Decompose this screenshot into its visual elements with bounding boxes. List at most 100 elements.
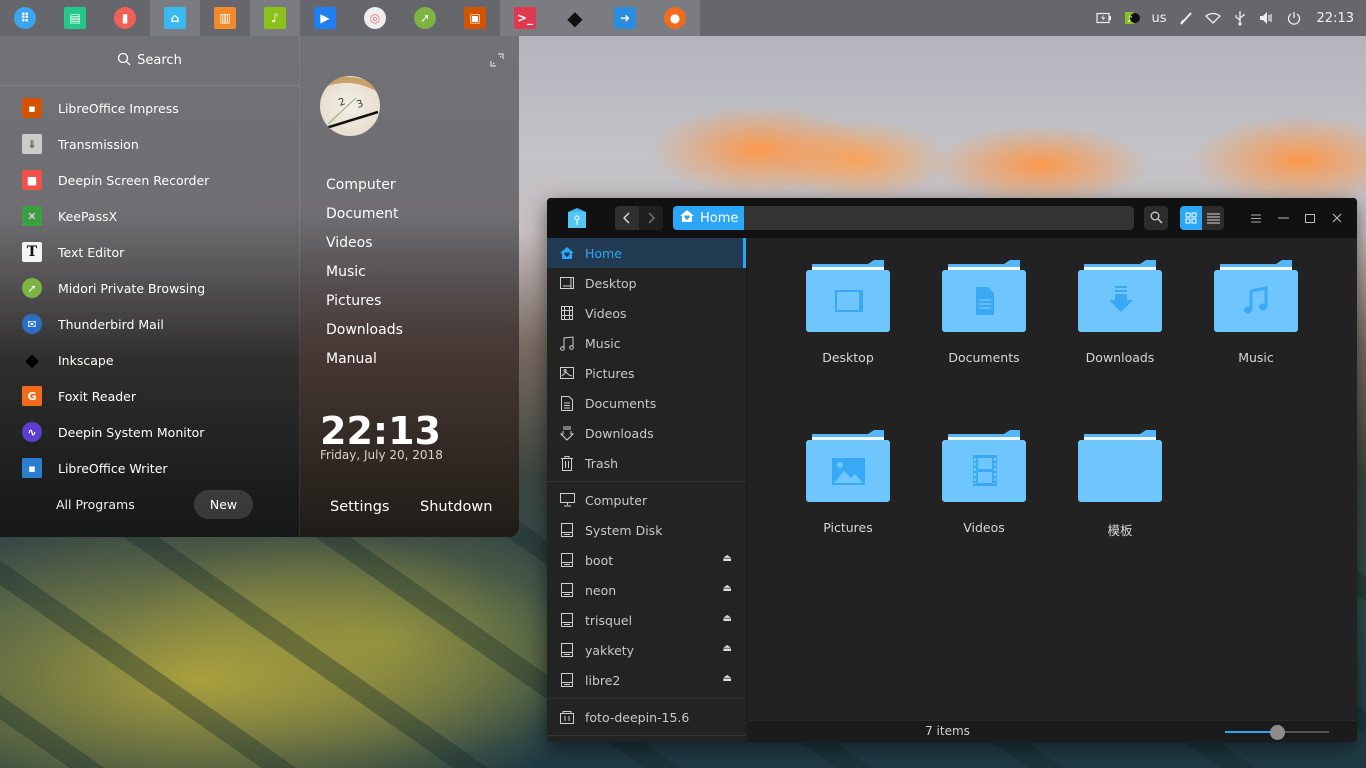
folder-item[interactable]: Music bbox=[1196, 238, 1316, 388]
launcher-place-music[interactable]: Music bbox=[326, 257, 403, 286]
keyboard-layout-indicator[interactable]: us bbox=[1146, 0, 1173, 36]
text-editor-icon: T bbox=[22, 242, 42, 262]
eject-icon[interactable]: ⏏ bbox=[723, 553, 732, 564]
sidebar-item-system-disk[interactable]: System Disk bbox=[547, 515, 746, 545]
dock-app-libreoffice-impress[interactable]: ▣ bbox=[450, 0, 500, 36]
sidebar-item-documents[interactable]: Documents bbox=[547, 388, 746, 418]
volume-icon[interactable] bbox=[1253, 0, 1281, 36]
launcher-app-item[interactable]: T Text Editor bbox=[0, 234, 299, 270]
launcher-date: Friday, July 20, 2018 bbox=[320, 448, 443, 462]
dock-app-file-manager[interactable]: ⌂ bbox=[150, 0, 200, 36]
home-icon bbox=[559, 245, 575, 261]
dock-app-inkscape[interactable]: ◆ bbox=[550, 0, 600, 36]
folder-item[interactable]: Documents bbox=[924, 238, 1044, 388]
launcher-app-item[interactable]: ➚ Midori Private Browsing bbox=[0, 270, 299, 306]
folder-item[interactable]: 模板 bbox=[1060, 408, 1180, 558]
sidebar-item-label: Desktop bbox=[585, 275, 637, 291]
shutdown-button[interactable]: Shutdown bbox=[420, 499, 492, 515]
sidebar-item-desktop[interactable]: Desktop bbox=[547, 268, 746, 298]
launcher-app-item[interactable]: ▪ LibreOffice Impress bbox=[0, 90, 299, 126]
launcher-search-input[interactable]: Search bbox=[0, 36, 299, 86]
battery-charging-icon[interactable] bbox=[1090, 0, 1118, 36]
sidebar-item-pictures[interactable]: Pictures bbox=[547, 358, 746, 388]
folder-item[interactable]: Desktop bbox=[788, 238, 908, 388]
dock-app-video-player[interactable]: ▶ bbox=[300, 0, 350, 36]
sidebar-item-libre2[interactable]: libre2 ⏏ bbox=[547, 665, 746, 695]
svg-text:3: 3 bbox=[355, 98, 365, 111]
launcher-app-item[interactable]: ✉ Thunderbird Mail bbox=[0, 306, 299, 342]
eject-icon[interactable]: ⏏ bbox=[723, 643, 732, 654]
launcher-app-item[interactable]: ⇓ Transmission bbox=[0, 126, 299, 162]
settings-button[interactable]: Settings bbox=[330, 499, 389, 515]
list-view-button[interactable] bbox=[1202, 206, 1224, 230]
eject-icon[interactable]: ⏏ bbox=[723, 583, 732, 594]
all-programs-button[interactable]: All Programs bbox=[56, 497, 135, 512]
music-tray-icon[interactable]: ♪ bbox=[1118, 0, 1146, 36]
dock-app-music[interactable]: ♪ bbox=[250, 0, 300, 36]
folder-item[interactable]: Downloads bbox=[1060, 238, 1180, 388]
dock-app-remote-assist[interactable]: ➜ bbox=[600, 0, 650, 36]
launcher-app-item[interactable]: ■ Deepin Screen Recorder bbox=[0, 162, 299, 198]
launcher-place-document[interactable]: Document bbox=[326, 199, 403, 228]
launcher-place-computer[interactable]: Computer bbox=[326, 170, 403, 199]
icon-view-button[interactable] bbox=[1180, 206, 1202, 230]
address-bar[interactable]: Home bbox=[673, 206, 1134, 230]
usb-icon[interactable] bbox=[1227, 0, 1253, 36]
dock-app-launcher[interactable]: ⠿ bbox=[0, 0, 50, 36]
fullscreen-expand-icon[interactable] bbox=[490, 52, 504, 67]
status-bar: 7 items bbox=[748, 720, 1357, 742]
wifi-icon[interactable] bbox=[1199, 0, 1227, 36]
launcher-app-label: Deepin Screen Recorder bbox=[58, 172, 210, 188]
sidebar-item-neon[interactable]: neon ⏏ bbox=[547, 575, 746, 605]
dock-app-settings[interactable]: ◎ bbox=[350, 0, 400, 36]
user-avatar[interactable]: 2 3 bbox=[320, 76, 380, 136]
sidebar-item-boot[interactable]: boot ⏏ bbox=[547, 545, 746, 575]
close-button[interactable] bbox=[1325, 206, 1349, 230]
launcher-place-videos[interactable]: Videos bbox=[326, 228, 403, 257]
sidebar-item-music[interactable]: Music bbox=[547, 328, 746, 358]
transmission-icon: ⇓ bbox=[22, 134, 42, 154]
forward-button[interactable] bbox=[639, 206, 663, 230]
dock-app-deepin-terminal-green[interactable]: ▤ bbox=[50, 0, 100, 36]
launcher-place-downloads[interactable]: Downloads bbox=[326, 315, 403, 344]
sidebar-item-trash[interactable]: Trash bbox=[547, 448, 746, 478]
minimize-button[interactable] bbox=[1271, 206, 1295, 230]
launcher-app-item[interactable]: G Foxit Reader bbox=[0, 378, 299, 414]
menu-button[interactable] bbox=[1244, 206, 1268, 230]
sidebar-item-foto-deepin-15-6[interactable]: foto-deepin-15.6 bbox=[547, 702, 746, 732]
back-button[interactable] bbox=[615, 206, 639, 230]
eject-icon[interactable]: ⏏ bbox=[723, 613, 732, 624]
launcher-app-item[interactable]: ◆ Inkscape bbox=[0, 342, 299, 378]
launcher-place-manual[interactable]: Manual bbox=[326, 344, 403, 373]
disk-icon bbox=[559, 672, 575, 688]
sidebar-item-home[interactable]: Home bbox=[547, 238, 746, 268]
folder-item[interactable]: Pictures bbox=[788, 408, 908, 558]
search-button[interactable] bbox=[1144, 206, 1168, 230]
sidebar-item-downloads[interactable]: Downloads bbox=[547, 418, 746, 448]
sidebar-item-trisquel[interactable]: trisquel ⏏ bbox=[547, 605, 746, 635]
launcher-place-pictures[interactable]: Pictures bbox=[326, 286, 403, 315]
folder-item[interactable]: Videos bbox=[924, 408, 1044, 558]
launcher-app-item[interactable]: ▪ LibreOffice Writer bbox=[0, 450, 299, 486]
dock-app-app-store[interactable]: ▥ bbox=[200, 0, 250, 36]
sidebar-item-videos[interactable]: Videos bbox=[547, 298, 746, 328]
new-apps-button[interactable]: New bbox=[194, 489, 253, 519]
dock-app-screen-recorder[interactable]: ▮ bbox=[100, 0, 150, 36]
eject-icon[interactable]: ⏏ bbox=[723, 673, 732, 684]
icon-size-slider-thumb[interactable] bbox=[1270, 725, 1285, 740]
tray-clock[interactable]: 22:13 bbox=[1307, 0, 1366, 36]
dock-app-terminal[interactable]: >_ bbox=[500, 0, 550, 36]
sidebar-item-yakkety[interactable]: yakkety ⏏ bbox=[547, 635, 746, 665]
icon-size-slider[interactable] bbox=[1225, 725, 1329, 740]
power-icon[interactable] bbox=[1281, 0, 1307, 36]
breadcrumb-home[interactable]: Home bbox=[673, 206, 745, 230]
launcher-side-panel: 2 3 Computer Document Videos Music Pictures D… bbox=[300, 36, 519, 537]
launcher-app-item[interactable]: ✕ KeePassX bbox=[0, 198, 299, 234]
dock-app-firefox[interactable]: ● bbox=[650, 0, 700, 36]
sidebar-item-label: System Disk bbox=[585, 522, 663, 538]
launcher-app-item[interactable]: ∿ Deepin System Monitor bbox=[0, 414, 299, 450]
sidebar-item-computer[interactable]: Computer bbox=[547, 485, 746, 515]
pen-icon[interactable] bbox=[1173, 0, 1199, 36]
maximize-button[interactable] bbox=[1298, 206, 1322, 230]
dock-app-midori[interactable]: ➚ bbox=[400, 0, 450, 36]
